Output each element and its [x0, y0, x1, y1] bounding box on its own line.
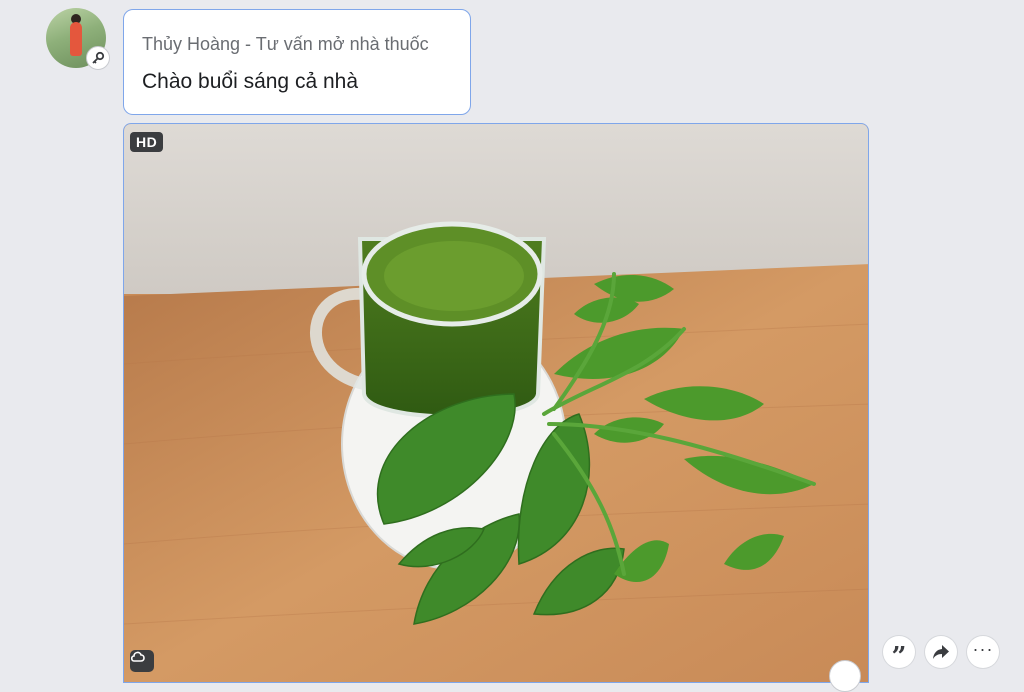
photo-message[interactable]: HD [123, 123, 869, 683]
key-icon [86, 46, 110, 70]
forward-button[interactable] [925, 636, 957, 668]
forward-icon [933, 645, 949, 659]
cloud-icon [130, 650, 154, 672]
more-button[interactable]: ··· [967, 636, 999, 668]
sender-name: Thủy Hoàng - Tư vấn mở nhà thuốc [142, 34, 429, 54]
hd-badge: HD [130, 132, 164, 152]
more-icon: ··· [972, 639, 994, 659]
quote-icon: ” [891, 642, 907, 672]
sender-avatar[interactable] [46, 8, 110, 70]
message-text: Chào buổi sáng cả nhà [142, 70, 358, 93]
quote-button[interactable]: ” [883, 636, 915, 672]
message-bubble[interactable]: Thủy Hoàng - Tư vấn mở nhà thuốc Chào bu… [123, 9, 471, 115]
reaction-button[interactable] [829, 660, 861, 692]
photo-image [124, 124, 868, 682]
